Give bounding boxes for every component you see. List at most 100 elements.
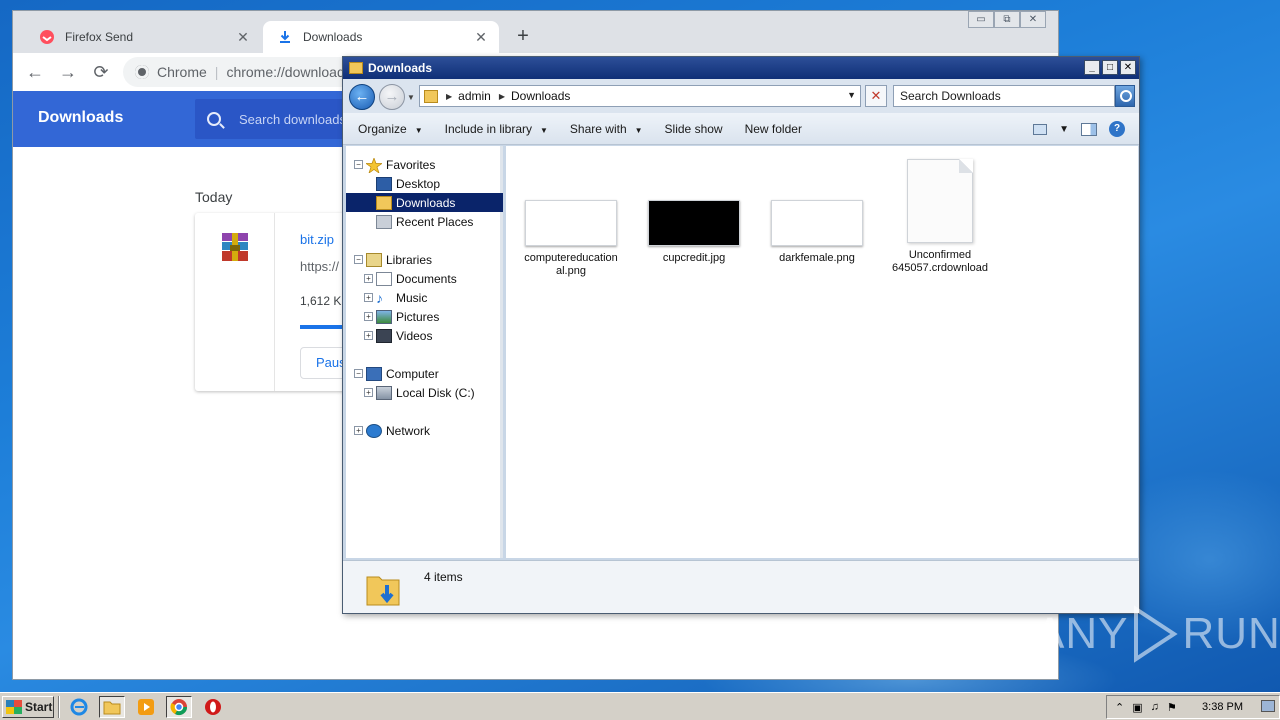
- close-button[interactable]: ✕: [1020, 11, 1046, 28]
- collapse-icon[interactable]: −: [354, 369, 363, 378]
- search-icon[interactable]: [1115, 85, 1135, 107]
- reload-icon[interactable]: ⟳: [89, 61, 113, 83]
- recent-places-icon: [376, 214, 392, 229]
- organize-button[interactable]: Organize ▼: [358, 122, 423, 136]
- close-button[interactable]: ✕: [1120, 60, 1136, 75]
- expand-icon[interactable]: +: [364, 274, 373, 283]
- clock[interactable]: 3:38 PM: [1202, 701, 1243, 713]
- internet-explorer-icon[interactable]: [66, 696, 92, 718]
- nav-item-pictures[interactable]: + Pictures: [346, 307, 503, 326]
- omnibox-url: chrome://downloads: [226, 64, 352, 80]
- action-center-flag-icon[interactable]: ⚑: [1167, 701, 1177, 714]
- restore-button[interactable]: ⧉: [994, 11, 1020, 28]
- opera-icon[interactable]: [200, 696, 226, 718]
- view-dropdown-icon[interactable]: ▼: [1059, 124, 1069, 135]
- nav-item-network[interactable]: + Network: [346, 421, 503, 440]
- details-pane: 4 items: [343, 560, 1139, 613]
- explorer-search-input[interactable]: Search Downloads: [893, 85, 1115, 107]
- file-item[interactable]: cupcredit.jpg: [639, 200, 749, 265]
- tab-close-icon[interactable]: ✕: [235, 29, 251, 46]
- maximize-button[interactable]: □: [1102, 60, 1118, 75]
- chrome-taskbar-icon[interactable]: [166, 696, 192, 718]
- volume-icon[interactable]: ♫: [1151, 701, 1159, 713]
- tab-label: Firefox Send: [65, 30, 134, 44]
- new-folder-button[interactable]: New folder: [745, 122, 802, 136]
- expand-icon[interactable]: +: [364, 331, 373, 340]
- chevron-down-icon: ▼: [634, 125, 643, 135]
- breadcrumb-admin[interactable]: admin: [458, 89, 491, 103]
- expand-icon[interactable]: +: [364, 293, 373, 302]
- breadcrumb-arrow-icon[interactable]: ▶: [499, 92, 505, 101]
- breadcrumb-arrow-icon[interactable]: ▶: [446, 92, 452, 101]
- back-arrow-icon[interactable]: ←: [23, 61, 47, 83]
- star-icon: [364, 156, 384, 174]
- nav-item-downloads[interactable]: Downloads: [346, 193, 503, 212]
- nav-label: Videos: [396, 328, 433, 343]
- network-tray-icon[interactable]: ▣: [1132, 701, 1142, 714]
- tab-downloads[interactable]: Downloads ✕: [263, 21, 499, 53]
- include-in-library-button[interactable]: Include in library ▼: [445, 122, 548, 136]
- new-tab-button[interactable]: +: [513, 25, 533, 48]
- nav-item-computer[interactable]: − Computer: [346, 364, 503, 383]
- show-desktop-icon[interactable]: [1261, 700, 1275, 712]
- nav-label: Downloads: [396, 195, 456, 210]
- minimize-button[interactable]: _: [1084, 60, 1100, 75]
- download-size: 1,612 K: [300, 294, 342, 308]
- start-button[interactable]: Start: [2, 696, 54, 718]
- forward-arrow-icon[interactable]: →: [56, 61, 80, 83]
- preview-pane-icon[interactable]: [1081, 122, 1097, 136]
- stop-icon[interactable]: ✕: [865, 85, 887, 107]
- share-with-button[interactable]: Share with ▼: [570, 122, 643, 136]
- documents-icon: [376, 271, 392, 286]
- nav-item-documents[interactable]: + Documents: [346, 269, 503, 288]
- download-source-url[interactable]: https://: [300, 259, 339, 274]
- collapse-icon[interactable]: −: [354, 255, 363, 264]
- show-hidden-icons-icon[interactable]: ⌃: [1115, 701, 1124, 714]
- expand-icon[interactable]: +: [354, 426, 363, 435]
- watermark-text: ANY: [1035, 609, 1129, 658]
- explorer-taskbar-icon[interactable]: [99, 696, 125, 718]
- tab-close-icon[interactable]: ✕: [473, 29, 489, 46]
- file-item[interactable]: computereducation al.png: [516, 200, 626, 278]
- navigation-pane: − Favorites Desktop Downloads Recent Pla…: [346, 146, 503, 558]
- change-view-icon[interactable]: [1033, 123, 1048, 135]
- help-icon[interactable]: ?: [1109, 121, 1125, 137]
- breadcrumb-downloads[interactable]: Downloads: [511, 89, 570, 103]
- expand-icon[interactable]: +: [364, 388, 373, 397]
- media-player-icon[interactable]: [133, 696, 159, 718]
- image-thumbnail: [771, 200, 863, 246]
- downloads-folder-icon: [376, 195, 392, 210]
- nav-item-local-disk[interactable]: + Local Disk (C:): [346, 383, 503, 402]
- address-path[interactable]: ▶ admin ▶ Downloads ▼: [419, 85, 861, 107]
- nav-label: Desktop: [396, 176, 441, 191]
- nav-label: Local Disk (C:): [396, 385, 475, 400]
- nav-item-libraries[interactable]: − Libraries: [346, 250, 503, 269]
- chrome-tabstrip: Firefox Send ✕ Downloads ✕ + ▭ ⧉ ✕: [13, 11, 1058, 53]
- search-icon: [207, 112, 221, 126]
- command-label: Share with: [569, 121, 627, 136]
- address-dropdown-icon[interactable]: ▼: [847, 90, 856, 100]
- download-filename-link[interactable]: bit.zip: [300, 232, 334, 247]
- collapse-icon[interactable]: −: [354, 160, 363, 169]
- explorer-titlebar[interactable]: Downloads _ □ ✕: [343, 57, 1139, 79]
- back-arrow-icon[interactable]: ←: [349, 84, 375, 110]
- chrome-window-controls: ▭ ⧉ ✕: [968, 11, 1046, 28]
- explorer-address-bar: ← → ▼ ▶ admin ▶ Downloads ▼ ✕ Search Dow…: [343, 79, 1139, 113]
- nav-item-favorites[interactable]: − Favorites: [346, 155, 503, 174]
- tab-firefox-send[interactable]: Firefox Send ✕: [25, 21, 261, 53]
- computer-icon: [366, 366, 382, 381]
- expand-icon[interactable]: +: [364, 312, 373, 321]
- slide-show-button[interactable]: Slide show: [665, 122, 723, 136]
- file-item[interactable]: darkfemale.png: [762, 200, 872, 265]
- nav-item-recent-places[interactable]: Recent Places: [346, 212, 503, 231]
- nav-item-music[interactable]: + ♪ Music: [346, 288, 503, 307]
- nav-item-desktop[interactable]: Desktop: [346, 174, 503, 193]
- forward-arrow-icon[interactable]: →: [379, 84, 405, 110]
- nav-label: Pictures: [396, 309, 440, 324]
- windows-logo-icon: [6, 700, 22, 714]
- file-item[interactable]: Unconfirmed 645057.crdownload: [885, 159, 995, 275]
- history-dropdown-icon[interactable]: ▼: [407, 93, 415, 102]
- nav-item-videos[interactable]: + Videos: [346, 326, 503, 345]
- minimize-button[interactable]: ▭: [968, 11, 994, 28]
- file-name: al.png: [556, 265, 586, 277]
